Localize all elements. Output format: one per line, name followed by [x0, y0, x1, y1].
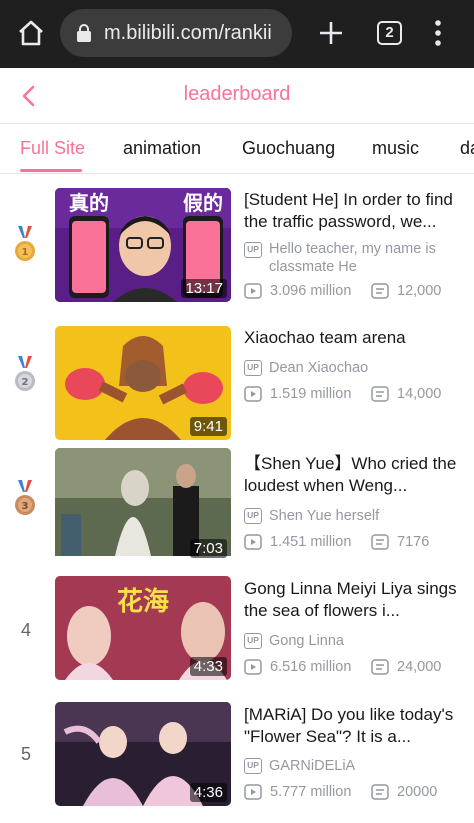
list-item[interactable]: 2 9:41 Xiaochao team arena UP Dean Xiaoc…	[0, 312, 474, 440]
danmaku-count: 7176	[397, 534, 430, 550]
uploader-row[interactable]: UP Dean Xiaochao	[244, 359, 466, 377]
tab-animation[interactable]: animation	[123, 138, 201, 159]
uploader-name: Gong Linna	[269, 633, 344, 649]
rank-label: 1	[22, 247, 29, 258]
uploader-row[interactable]: UP Hello teacher, my name is classmate H…	[244, 240, 466, 276]
uploader-icon: UP	[244, 508, 262, 524]
uploader-icon: UP	[244, 758, 262, 774]
category-tabs: Full Site animation Guochuang music da	[0, 124, 474, 174]
rank-label: 2	[22, 377, 29, 388]
video-duration: 9:41	[189, 417, 227, 436]
video-title[interactable]: [Student He] In order to find the traffi…	[244, 189, 466, 233]
list-item[interactable]: 1 真的 假的 13:17 [Student He] In order to f…	[0, 174, 474, 302]
play-count-icon	[244, 283, 262, 299]
tab-guochuang[interactable]: Guochuang	[242, 138, 335, 159]
view-count: 1.451 million	[270, 534, 352, 550]
video-title[interactable]: 【Shen Yue】Who cried the loudest when Wen…	[244, 453, 466, 497]
stats-row: 1.451 million 7176	[244, 534, 466, 550]
danmaku-icon	[371, 659, 389, 675]
uploader-row[interactable]: UP GARNiDELiA	[244, 757, 466, 775]
video-thumbnail[interactable]: 真的 假的 13:17	[55, 188, 231, 302]
uploader-name: Hello teacher, my name is classmate He	[269, 241, 436, 275]
video-duration: 4:33	[189, 657, 227, 676]
video-thumbnail[interactable]: 花海 4:33	[55, 576, 231, 680]
video-thumbnail[interactable]: 7:03	[55, 448, 231, 562]
video-duration: 4:36	[189, 783, 227, 802]
video-title[interactable]: [MARiA] Do you like today's "Flower Sea"…	[244, 704, 466, 748]
video-title[interactable]: Xiaochao team arena	[244, 327, 466, 349]
stats-row: 5.777 million 20000	[244, 784, 466, 800]
danmaku-count: 14,000	[397, 386, 442, 402]
rank-label: 3	[22, 501, 29, 512]
tab-switcher-button[interactable]: 2	[377, 21, 402, 45]
uploader-name: Shen Yue herself	[269, 508, 380, 524]
bronze-medal-icon: 3	[15, 480, 35, 515]
danmaku-count: 12,000	[397, 283, 442, 299]
active-tab-indicator	[20, 169, 82, 172]
url-text: m.bilibili.com/rankii	[104, 21, 272, 44]
lock-icon	[77, 24, 91, 42]
video-duration: 13:17	[181, 279, 227, 298]
browser-toolbar: m.bilibili.com/rankii 2	[0, 0, 474, 68]
video-duration: 7:03	[189, 539, 227, 558]
thumbnail-caption: 花海	[117, 587, 169, 617]
page-title: leaderboard	[183, 83, 291, 105]
page-header: leaderboard	[0, 68, 474, 124]
address-bar[interactable]: m.bilibili.com/rankii	[60, 9, 292, 57]
danmaku-icon	[371, 386, 389, 402]
uploader-icon: UP	[244, 242, 262, 258]
video-thumbnail[interactable]: 4:36	[55, 702, 231, 806]
play-count-icon	[244, 784, 262, 800]
silver-medal-icon: 2	[15, 356, 35, 391]
view-count: 6.516 million	[270, 659, 352, 675]
stats-row: 3.096 million 12,000	[244, 283, 466, 299]
thumbnail-caption-left: 真的	[69, 191, 109, 215]
danmaku-icon	[371, 283, 389, 299]
rank-number: 4	[20, 620, 31, 640]
list-item[interactable]: 5 4:36 [MARiA] Do you like today's "Flow…	[0, 690, 474, 810]
stats-row: 6.516 million 24,000	[244, 659, 466, 675]
home-icon[interactable]	[16, 18, 46, 48]
danmaku-icon	[371, 534, 389, 550]
uploader-name: GARNiDELiA	[269, 758, 356, 774]
view-count: 5.777 million	[270, 784, 352, 800]
tab-music[interactable]: music	[372, 138, 419, 159]
video-thumbnail[interactable]: 9:41	[55, 326, 231, 440]
list-item[interactable]: 4 花海 4:33 Gong Linna Meiyi Liya sings th…	[0, 564, 474, 684]
thumbnail-caption-right: 假的	[183, 191, 223, 215]
uploader-row[interactable]: UP Gong Linna	[244, 632, 466, 650]
uploader-row[interactable]: UP Shen Yue herself	[244, 507, 466, 525]
danmaku-count: 24,000	[397, 659, 442, 675]
tab-full-site[interactable]: Full Site	[20, 138, 85, 159]
tab-dance[interactable]: da	[460, 138, 474, 159]
danmaku-count: 20000	[397, 784, 438, 800]
more-options-icon[interactable]	[430, 18, 446, 48]
list-item[interactable]: 3 7:03 【Shen Yue】Who cried the loudest w…	[0, 436, 474, 558]
view-count: 1.519 million	[270, 386, 352, 402]
play-count-icon	[244, 534, 262, 550]
stats-row: 1.519 million 14,000	[244, 386, 466, 402]
play-count-icon	[244, 386, 262, 402]
rank-number: 5	[20, 744, 31, 764]
play-count-icon	[244, 659, 262, 675]
gold-medal-icon: 1	[15, 226, 35, 261]
view-count: 3.096 million	[270, 283, 352, 299]
danmaku-icon	[371, 784, 389, 800]
uploader-icon: UP	[244, 633, 262, 649]
uploader-icon: UP	[244, 360, 262, 376]
new-tab-icon[interactable]	[318, 20, 344, 46]
uploader-name: Dean Xiaochao	[269, 360, 369, 376]
video-title[interactable]: Gong Linna Meiyi Liya sings the sea of f…	[244, 578, 466, 622]
